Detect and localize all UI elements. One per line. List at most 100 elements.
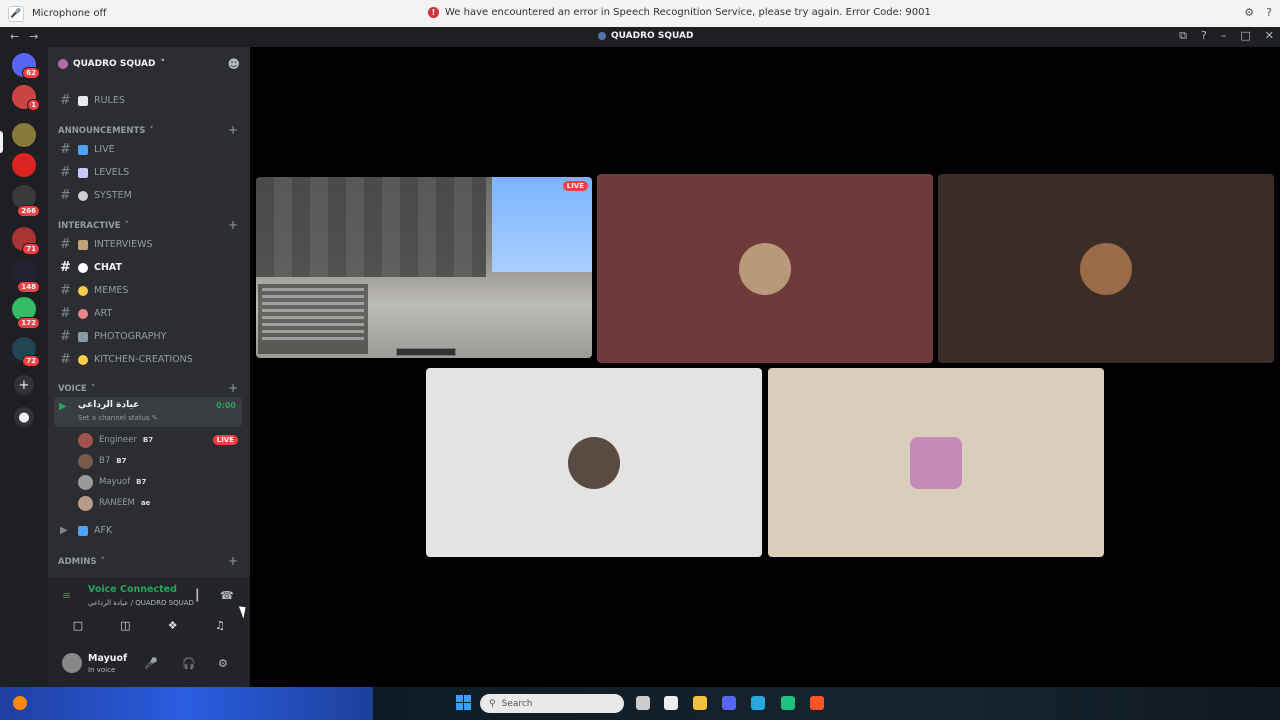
camera-off-icon[interactable]: □ [56,615,100,635]
channel-interviews[interactable]: # INTERVIEWS [54,234,242,255]
voice-member[interactable]: Engineer B7 LIVE [78,430,242,450]
gear-icon[interactable]: ⚙ [218,657,228,670]
close-button[interactable]: ✕ [1265,29,1274,43]
server-icon[interactable] [12,153,36,177]
soundboard-icon[interactable]: ♫ [198,615,242,635]
help-icon[interactable]: ? [1266,6,1272,19]
channel-system[interactable]: # SYSTEM [54,185,242,206]
participant-tile[interactable] [426,368,762,557]
screen-share-icon[interactable]: ⧉ [1179,29,1187,43]
activities-icon[interactable]: ❖ [151,615,195,635]
category-voice[interactable]: VOICE ˅ [58,384,95,394]
add-channel-icon[interactable]: + [228,218,238,232]
unread-badge: 71 [22,243,40,255]
app-icon[interactable] [751,696,765,710]
microphone-off-icon: 🎤 [8,5,24,22]
speaker-icon: ▶ [59,401,67,412]
channel-status[interactable]: Set a channel status ✎ [78,414,158,422]
minimize-button[interactable]: – [1221,29,1227,43]
channel-rules[interactable]: # RULES [54,90,242,111]
category-interactive[interactable]: INTERACTIVE ˅ [58,221,129,231]
task-view-icon[interactable] [636,696,650,710]
brave-browser-icon[interactable] [810,696,824,710]
avatar[interactable] [62,653,82,673]
channel-emoji-icon [78,285,88,296]
server-icon[interactable] [12,123,36,147]
explore-icon[interactable]: ● [14,407,34,427]
app-icon[interactable] [781,696,795,710]
add-channel-icon[interactable]: + [228,554,238,568]
pencil-icon: ✎ [151,414,158,422]
user-name[interactable]: Mayuof [88,653,127,664]
chevron-down-icon: ˅ [160,59,165,69]
category-announcements[interactable]: ANNOUNCEMENTS ˅ [58,126,154,136]
channel-afk[interactable]: ▶ AFK [54,520,242,541]
channel-chat[interactable]: # CHAT [54,257,242,278]
member-name: B7 [99,456,111,466]
taskbar-search[interactable]: ⚲ Search [480,694,624,713]
taskbar: ⚲ Search [0,687,1280,720]
voice-connected-label[interactable]: Voice Connected [88,584,177,595]
mic-status-label: Microphone off [32,8,107,19]
channel-photography[interactable]: # PHOTOGRAPHY [54,326,242,347]
signal-icon: ≡ [62,589,72,602]
unread-badge: 72 [22,355,40,367]
voice-member[interactable]: RANEEM ae [78,493,242,513]
channel-label: LEVELS [94,167,130,178]
window-title: QUADRO SQUAD [598,31,693,41]
participant-tile[interactable] [938,174,1274,363]
disconnect-icon[interactable]: ☎ [220,589,234,602]
speaker-icon: ▶ [60,525,68,536]
channel-levels[interactable]: # LEVELS [54,162,242,183]
channel-emoji-icon [78,95,88,106]
user-panel: Mayuof In voice 🎤 🎧 ⚙ [48,645,250,687]
add-server-icon[interactable]: + [14,375,34,395]
microphone-icon[interactable]: 🎤 [144,657,158,670]
screen-share-icon[interactable]: ◫ [103,615,147,635]
channel-memes[interactable]: # MEMES [54,280,242,301]
discord-icon[interactable] [722,696,736,710]
channel-kitchen-creations[interactable]: # KITCHEN-CREATIONS [54,349,242,370]
back-arrow-icon[interactable]: ← [10,30,19,43]
participant-tile[interactable] [768,368,1104,557]
maximize-button[interactable]: □ [1240,29,1250,43]
participant-tile[interactable] [597,174,933,363]
invite-icon[interactable]: ☻ [227,57,240,71]
channel-label: ART [94,308,113,319]
voice-channel-active[interactable]: ▶ عيادة الرداعي 0:00 Set a channel statu… [54,397,242,427]
stream-frame [258,284,368,354]
voice-member[interactable]: B7 B7 [78,451,242,471]
chevron-down-icon: ˅ [149,126,154,136]
app-icon[interactable] [664,696,678,710]
unread-badge: 172 [17,317,40,329]
stream-tile[interactable]: LIVE [256,177,592,358]
file-explorer-icon[interactable] [693,696,707,710]
headphones-icon[interactable]: 🎧 [182,657,196,670]
error-text: We have encountered an error in Speech R… [445,7,931,18]
forward-arrow-icon[interactable]: → [29,30,38,43]
app-icon[interactable] [13,696,27,710]
add-channel-icon[interactable]: + [228,381,238,395]
mic-status[interactable]: 🎤 Microphone off [0,5,107,22]
settings-icon[interactable]: ⚙ [1244,6,1254,19]
channel-emoji-icon [78,262,88,273]
member-name: Engineer [99,435,137,445]
channel-art[interactable]: # ART [54,303,242,324]
error-icon: ! [428,7,439,18]
voice-channel-path[interactable]: عيادة الرداعي / QUADRO SQUAD [88,599,194,607]
member-tag: B7 [116,457,127,465]
server-header[interactable]: QUADRO SQUAD ˅ ☻ [48,47,250,81]
hash-icon: # [60,306,71,321]
add-channel-icon[interactable]: + [228,123,238,137]
user-status: In voice [88,666,116,674]
server-name: QUADRO SQUAD [73,59,156,69]
search-placeholder: Search [501,698,533,709]
stream-frame [256,177,486,277]
channel-live[interactable]: # LIVE [54,139,242,160]
help-icon[interactable]: ? [1201,29,1207,43]
system-notification-bar: 🎤 Microphone off ! We have encountered a… [0,0,1280,27]
noise-suppression-icon[interactable]: ┃ [194,589,201,602]
voice-member[interactable]: Mayuof B7 [78,472,242,492]
category-admins[interactable]: ADMINS ˅ [58,557,105,567]
start-button[interactable] [456,695,471,710]
